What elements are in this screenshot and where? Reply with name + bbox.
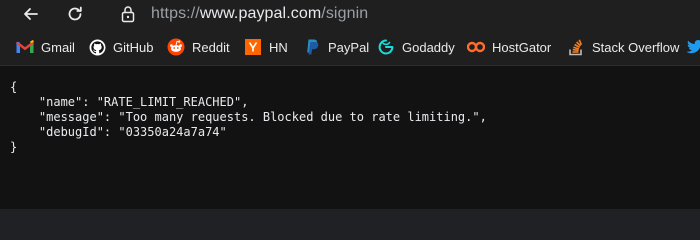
hostgator-icon bbox=[467, 38, 485, 56]
arrow-left-icon bbox=[24, 8, 38, 20]
twitter-icon bbox=[686, 38, 700, 56]
browser-window: https://www.paypal.com/signin Gmail GitH… bbox=[0, 0, 700, 209]
reload-button[interactable] bbox=[62, 1, 88, 27]
json-close-brace: } bbox=[10, 140, 18, 154]
url-path: /signin bbox=[321, 5, 369, 22]
godaddy-icon bbox=[377, 38, 395, 56]
json-line-debug-id: "debugId": "03350a24a7a74" bbox=[10, 125, 227, 139]
bookmark-label: PayPal bbox=[328, 39, 370, 55]
bookmark-label: Reddit bbox=[192, 39, 230, 55]
json-response: { "name": "RATE_LIMIT_REACHED", "message… bbox=[10, 80, 487, 155]
bookmark-godaddy[interactable]: Godaddy bbox=[377, 37, 455, 57]
github-icon bbox=[88, 38, 106, 56]
bookmark-hn[interactable]: HN bbox=[244, 37, 288, 57]
back-button[interactable] bbox=[18, 1, 44, 27]
reddit-icon bbox=[167, 38, 185, 56]
bookmark-hostgator[interactable]: HostGator bbox=[467, 37, 551, 57]
paypal-icon bbox=[303, 38, 321, 56]
bookmarks-bar: Gmail GitHub Reddit HN PayPal Godaddy Ho… bbox=[0, 29, 700, 66]
bookmark-github[interactable]: GitHub bbox=[88, 37, 153, 57]
bookmark-reddit[interactable]: Reddit bbox=[167, 37, 230, 57]
bookmark-gmail[interactable]: Gmail bbox=[16, 37, 75, 57]
bookmark-label: Stack Overflow bbox=[592, 39, 680, 55]
bookmark-twitter[interactable] bbox=[686, 37, 700, 57]
stack-overflow-icon bbox=[567, 38, 585, 56]
bookmark-label: HostGator bbox=[492, 39, 552, 55]
gmail-icon bbox=[16, 38, 34, 56]
url-host: www.paypal.com bbox=[199, 5, 322, 22]
json-line-message: "message": "Too many requests. Blocked d… bbox=[10, 110, 487, 124]
bookmark-label: Gmail bbox=[41, 39, 75, 55]
bookmark-label: GitHub bbox=[113, 39, 154, 55]
address-bar-url[interactable]: https://www.paypal.com/signin bbox=[151, 4, 368, 24]
lock-icon[interactable] bbox=[120, 5, 136, 23]
hacker-news-icon bbox=[244, 38, 262, 56]
bookmark-label: Godaddy bbox=[402, 39, 455, 55]
json-open-brace: { bbox=[10, 80, 18, 94]
url-scheme: https:// bbox=[151, 5, 200, 22]
bookmark-label: HN bbox=[269, 39, 288, 55]
browser-toolbar: https://www.paypal.com/signin bbox=[0, 0, 700, 29]
json-line-name: "name": "RATE_LIMIT_REACHED", bbox=[10, 95, 249, 109]
bookmark-paypal[interactable]: PayPal bbox=[303, 37, 369, 57]
reload-icon bbox=[68, 6, 82, 21]
bookmark-stack-overflow[interactable]: Stack Overflow bbox=[567, 37, 679, 57]
page-content: { "name": "RATE_LIMIT_REACHED", "message… bbox=[0, 66, 700, 209]
